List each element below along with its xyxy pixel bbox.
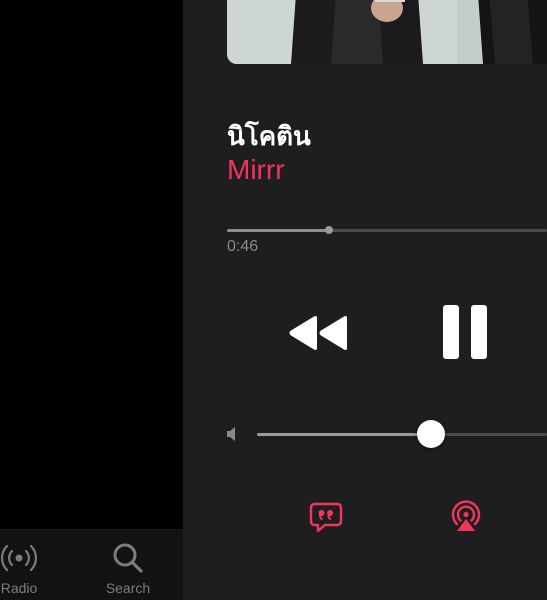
album-artwork-image [227,0,547,64]
now-playing-sheet: นิโคติน Mirrr 0:46 [183,0,547,600]
playback-progress-fill [227,229,330,232]
airplay-button[interactable] [449,500,483,534]
volume-fill [257,433,431,436]
tab-radio-label: Radio [0,580,38,596]
tab-search[interactable]: Search [93,540,163,600]
airplay-icon [451,500,481,531]
rewind-icon [289,316,347,350]
song-artist[interactable]: Mirrr [227,154,285,186]
album-artwork [227,0,547,64]
rewind-button[interactable] [287,314,351,352]
screen: Radio Search นิโคติน Mirrr 0:46 [0,0,547,600]
volume-low-icon [227,427,235,441]
song-title: นิโคติน [227,122,311,152]
playback-progress-knob[interactable] [325,226,334,234]
elapsed-time: 0:46 [227,238,259,255]
pause-button[interactable] [441,304,491,360]
lyrics-button[interactable] [309,500,343,534]
search-icon [113,543,143,573]
tab-radio[interactable]: Radio [0,540,54,600]
playback-progress-slider[interactable] [227,226,547,234]
tab-bar: Radio Search [0,529,183,600]
lyrics-icon [309,502,343,533]
tab-search-label: Search [105,580,151,596]
radio-icon [0,544,38,572]
volume-slider[interactable] [257,420,547,448]
volume-knob[interactable] [417,420,445,448]
pause-icon [443,305,487,359]
library-background: Radio Search [0,0,183,600]
